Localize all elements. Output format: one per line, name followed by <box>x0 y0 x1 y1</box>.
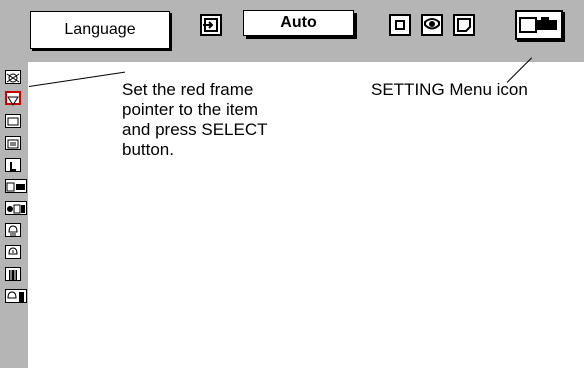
screen-icon[interactable] <box>453 14 475 36</box>
instruction-text: Set the red frame pointer to the item an… <box>122 80 268 160</box>
instruction-line-3: and press SELECT <box>122 120 268 139</box>
projector-setting-icon[interactable] <box>5 70 21 84</box>
selected-frame-icon[interactable] <box>5 91 21 106</box>
input-icon[interactable] <box>200 14 222 36</box>
image-adjust-icon[interactable] <box>421 14 443 36</box>
power-icon[interactable] <box>5 245 21 259</box>
rear-icon[interactable] <box>5 201 27 215</box>
filter-icon[interactable] <box>5 267 21 281</box>
ceiling-icon[interactable] <box>5 179 27 193</box>
instruction-line-1: Set the red frame <box>122 80 254 99</box>
lamp-counter-icon[interactable] <box>5 289 27 303</box>
auto-button[interactable]: Auto <box>243 10 354 36</box>
setting-menu-icon-label: SETTING Menu icon <box>371 80 528 99</box>
menu-item-icon[interactable] <box>5 136 21 150</box>
sidebar <box>0 62 28 368</box>
language-label: Language <box>64 21 136 38</box>
setting-menu-icon[interactable] <box>515 10 563 40</box>
auto-label: Auto <box>280 14 317 31</box>
instruction-line-2: pointer to the item <box>122 100 259 119</box>
language-button[interactable]: Language <box>30 11 170 49</box>
pointer-line <box>28 71 126 87</box>
logo-item-icon[interactable] <box>5 158 21 172</box>
image-select-icon[interactable] <box>389 14 411 36</box>
instruction-line-4: button. <box>122 140 174 159</box>
menu-bar: Language Auto <box>0 0 584 62</box>
lamp-icon[interactable] <box>5 223 21 237</box>
screen-item-icon[interactable] <box>5 114 21 128</box>
